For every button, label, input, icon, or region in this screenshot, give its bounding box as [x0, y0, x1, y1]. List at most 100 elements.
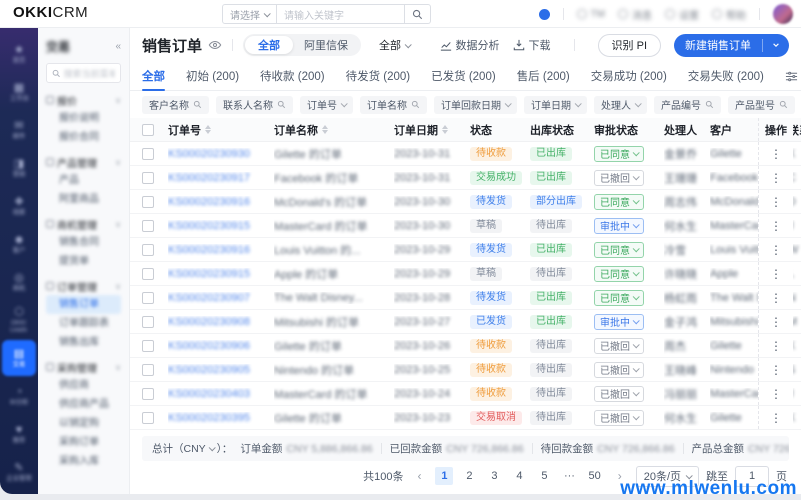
row-checkbox[interactable] — [142, 195, 154, 208]
download-button[interactable]: 下载 — [513, 37, 551, 53]
row-checkbox[interactable] — [142, 411, 154, 424]
create-order-button[interactable]: 新建销售订单 — [674, 33, 789, 57]
sidebar-item[interactable]: 采购入库 — [46, 452, 121, 471]
sidebar-section-header-4[interactable]: 采购管理 ∨ — [46, 358, 121, 376]
segment-ali-xinbao[interactable]: 阿里信保 — [293, 37, 359, 53]
page-button-5[interactable]: 5 — [535, 467, 553, 485]
topbar-nav-item-3[interactable]: 帮助 — [712, 7, 746, 22]
page-button-50[interactable]: 50 — [585, 467, 603, 485]
rail-item-3[interactable]: ◨ 营销 — [2, 150, 36, 186]
more-actions-button[interactable]: ⋮ — [770, 411, 782, 425]
approval-dropdown[interactable]: 已同意 — [594, 241, 644, 258]
more-actions-button[interactable]: ⋮ — [770, 171, 782, 185]
sidebar-item[interactable]: 以销定购 — [46, 414, 121, 433]
approval-dropdown[interactable]: 已同意 — [594, 145, 644, 162]
order-number-link[interactable]: KS00020230906 — [168, 340, 250, 352]
global-search-button[interactable] — [405, 4, 431, 24]
sidebar-item[interactable]: 报价说明 — [46, 109, 121, 128]
more-actions-button[interactable]: ⋮ — [770, 315, 782, 329]
topbar-nav-item-0[interactable]: TM — [576, 7, 605, 22]
sort-icon[interactable] — [322, 125, 328, 134]
filter-chip-8[interactable]: 产品型号 — [728, 95, 795, 114]
global-search-category-select[interactable]: 请选择 — [222, 4, 277, 24]
row-checkbox[interactable] — [142, 243, 154, 256]
sort-icon[interactable] — [442, 125, 448, 134]
page-button-2[interactable]: 2 — [460, 467, 478, 485]
sidebar-section-header-1[interactable]: 产品管理 ∨ — [46, 153, 121, 171]
sidebar-item[interactable]: 提货单 — [46, 252, 121, 271]
rail-item-10[interactable]: ♥ 推荐 — [2, 416, 36, 452]
tab-4[interactable]: 已发货 (200) — [431, 62, 496, 91]
row-checkbox[interactable] — [142, 363, 154, 376]
approval-dropdown[interactable]: 已撤回 — [594, 361, 644, 378]
order-number-link[interactable]: KS00020230403 — [168, 388, 250, 400]
row-checkbox[interactable] — [142, 291, 154, 304]
topbar-nav-item-1[interactable]: 消息 — [618, 7, 652, 22]
sidebar-section-header-3[interactable]: 订单管理 ∨ — [46, 277, 121, 295]
notification-dot-icon[interactable] — [538, 8, 550, 20]
more-actions-button[interactable]: ⋮ — [770, 219, 782, 233]
segment-all[interactable]: 全部 — [245, 36, 294, 54]
sidebar-collapse-icon[interactable]: « — [115, 41, 121, 52]
sidebar-item[interactable]: 报价合同 — [46, 128, 121, 147]
tab-5[interactable]: 售后 (200) — [517, 62, 570, 91]
sidebar-item[interactable]: 销售订单 — [46, 295, 121, 314]
more-actions-button[interactable]: ⋮ — [770, 291, 782, 305]
page-button-3[interactable]: 3 — [485, 467, 503, 485]
sidebar-item[interactable]: 阿里商品 — [46, 190, 121, 209]
row-checkbox[interactable] — [142, 315, 154, 328]
filter-chip-0[interactable]: 客户名称 — [142, 95, 209, 114]
sidebar-item[interactable]: 供应商 — [46, 376, 121, 395]
more-actions-button[interactable]: ⋮ — [770, 339, 782, 353]
approval-dropdown[interactable]: 已撤回 — [594, 169, 644, 186]
filter-chip-7[interactable]: 产品编号 — [654, 95, 721, 114]
tab-1[interactable]: 初始 (200) — [186, 62, 239, 91]
scope-dropdown[interactable]: 全部 — [379, 37, 412, 53]
rail-item-5[interactable]: ☻ 客户 — [2, 226, 36, 262]
approval-dropdown[interactable]: 已同意 — [594, 265, 644, 282]
order-number-link[interactable]: KS00020230905 — [168, 364, 250, 376]
row-checkbox[interactable] — [142, 147, 154, 160]
sidebar-item[interactable]: 销售合同 — [46, 233, 121, 252]
sidebar-item[interactable]: 销售出库 — [46, 333, 121, 352]
sidebar-item[interactable]: 产品 — [46, 171, 121, 190]
order-number-link[interactable]: KS00020230917 — [168, 172, 250, 184]
row-checkbox[interactable] — [142, 387, 154, 400]
tab-2[interactable]: 待收款 (200) — [260, 62, 325, 91]
page-button-1[interactable]: 1 — [435, 467, 454, 485]
rail-item-6[interactable]: ◎ 商机 — [2, 264, 36, 300]
order-number-link[interactable]: KS00020230915 — [168, 220, 250, 232]
sidebar-item[interactable]: 供应商产品 — [46, 395, 121, 414]
approval-dropdown[interactable]: 已同意 — [594, 193, 644, 210]
sidebar-item[interactable]: 采购订单 — [46, 433, 121, 452]
preview-eye-icon[interactable] — [208, 38, 222, 52]
row-checkbox[interactable] — [142, 267, 154, 280]
totals-currency-select[interactable]: 总计（CNY ）： — [152, 441, 232, 456]
order-number-link[interactable]: KS00020230916 — [168, 244, 250, 256]
order-number-link[interactable]: KS00020230916 — [168, 196, 250, 208]
sort-icon[interactable] — [205, 125, 211, 134]
sidebar-item[interactable]: 订单跟踪表 — [46, 314, 121, 333]
tab-3[interactable]: 待发货 (200) — [346, 62, 411, 91]
more-actions-button[interactable]: ⋮ — [770, 195, 782, 209]
filter-chip-1[interactable]: 联系人名称 — [216, 95, 293, 114]
approval-dropdown[interactable]: 已撤回 — [594, 337, 644, 354]
approval-dropdown[interactable]: 已同意 — [594, 289, 644, 306]
sidebar-section-header-0[interactable]: 报价 ∨ — [46, 91, 121, 109]
row-checkbox[interactable] — [142, 219, 154, 232]
filter-chip-3[interactable]: 订单名称 — [360, 95, 427, 114]
select-all-checkbox[interactable] — [142, 123, 154, 136]
sidebar-search-input[interactable]: 搜索当前菜单 — [46, 63, 121, 83]
row-checkbox[interactable] — [142, 171, 154, 184]
order-number-link[interactable]: KS00020230395 — [168, 412, 250, 424]
global-search-input[interactable]: 请输入关键字 — [277, 4, 405, 24]
sidebar-section-header-2[interactable]: 商机管理 ∨ — [46, 215, 121, 233]
data-analysis-button[interactable]: 数据分析 — [440, 37, 500, 53]
order-number-link[interactable]: KS00020230930 — [168, 148, 250, 160]
column-settings-icon[interactable] — [785, 70, 798, 83]
create-order-caret[interactable] — [763, 41, 789, 49]
tab-6[interactable]: 交易成功 (200) — [591, 62, 667, 91]
rail-item-2[interactable]: ✉ 邮件 — [2, 112, 36, 148]
tab-0[interactable]: 全部 — [142, 62, 165, 91]
recognize-pi-button[interactable]: 识别 PI — [597, 33, 661, 57]
